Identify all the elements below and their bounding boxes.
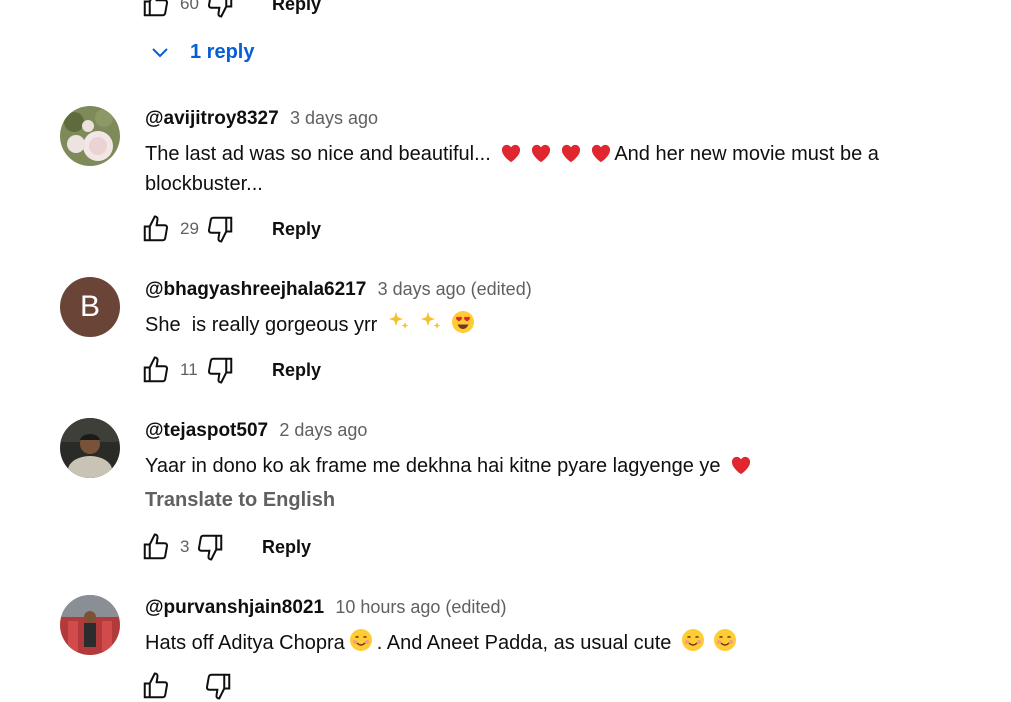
comment-text: The last ad was so nice and beautiful...… <box>145 143 879 195</box>
heart-icon <box>502 144 521 163</box>
person-avatar-image <box>60 418 120 478</box>
replies-label: 1 reply <box>190 40 255 63</box>
heart-icon <box>532 144 551 163</box>
comment-header: @tejaspot507 2 days ago <box>145 420 367 442</box>
reply-button[interactable]: Reply <box>272 0 321 15</box>
reply-button[interactable]: Reply <box>272 360 321 381</box>
dislike-button[interactable] <box>204 213 236 245</box>
dislike-button[interactable] <box>194 531 226 563</box>
avatar-letter: B <box>79 290 100 323</box>
avatar[interactable]: B <box>60 277 120 337</box>
comment-actions <box>140 670 234 702</box>
reply-button[interactable]: Reply <box>262 537 311 558</box>
comment-author[interactable]: @purvanshjain8021 <box>145 597 324 618</box>
person-avatar-image <box>60 595 120 655</box>
comment-author[interactable]: @tejaspot507 <box>145 420 268 441</box>
dislike-button[interactable] <box>204 354 236 386</box>
like-button[interactable] <box>140 531 172 563</box>
dislike-button[interactable] <box>202 670 234 702</box>
like-button[interactable] <box>140 0 172 20</box>
flower-avatar-image <box>60 106 120 166</box>
comment-text: Hats off Aditya Chopra. And Aneet Padda,… <box>145 628 945 658</box>
comment-actions: 11 Reply <box>140 354 321 386</box>
comment-header: @purvanshjain8021 10 hours ago (edited) <box>145 597 506 619</box>
comment-actions: 29 Reply <box>140 213 321 245</box>
reply-button[interactable]: Reply <box>272 219 321 240</box>
smiling-face-icon <box>713 629 736 651</box>
comment-time[interactable]: 3 days ago <box>290 108 378 128</box>
avatar[interactable] <box>60 106 120 166</box>
comment-time[interactable]: 10 hours ago (edited) <box>335 597 506 617</box>
comment-header: @bhagyashreejhala6217 3 days ago (edited… <box>145 279 532 301</box>
comment-author[interactable]: @bhagyashreejhala6217 <box>145 279 366 300</box>
like-button[interactable] <box>140 213 172 245</box>
comment-header: @avijitroy8327 3 days ago <box>145 108 378 130</box>
sparkles-icon <box>420 312 441 329</box>
avatar[interactable] <box>60 595 120 655</box>
thumbs-up-icon <box>143 215 169 242</box>
heart-icon <box>732 456 751 475</box>
thumbs-up-icon <box>143 0 169 17</box>
comment-time[interactable]: 3 days ago (edited) <box>378 279 532 299</box>
heart-icon <box>592 144 611 163</box>
like-button[interactable] <box>140 354 172 386</box>
comment-actions: 3 Reply <box>140 531 311 563</box>
comment-text: She is really gorgeous yrr <box>145 310 945 340</box>
comment-author[interactable]: @avijitroy8327 <box>145 108 279 129</box>
smiling-face-icon <box>681 629 704 651</box>
heart-eyes-icon <box>451 311 474 333</box>
top-comment-actions: 60 Reply <box>140 0 321 20</box>
translate-link[interactable]: Translate to English <box>145 489 335 512</box>
replies-toggle[interactable]: 1 reply <box>148 40 254 64</box>
thumbs-down-icon <box>197 534 223 561</box>
like-button[interactable] <box>140 670 172 702</box>
comment-time[interactable]: 2 days ago <box>279 420 367 440</box>
thumbs-up-icon <box>143 356 169 383</box>
like-count: 29 <box>180 219 199 238</box>
thumbs-down-icon <box>205 673 231 700</box>
thumbs-down-icon <box>207 216 233 243</box>
heart-icon <box>562 144 581 163</box>
comment-text: Yaar in dono ko ak frame me dekhna hai k… <box>145 451 945 481</box>
thumbs-down-icon <box>207 0 233 18</box>
chevron-down-icon <box>152 48 168 58</box>
smiling-face-icon <box>349 629 372 651</box>
like-count: 60 <box>180 0 199 13</box>
avatar[interactable] <box>60 418 120 478</box>
thumbs-up-icon <box>143 672 169 699</box>
thumbs-down-icon <box>207 357 233 384</box>
dislike-button[interactable] <box>204 0 236 20</box>
thumbs-up-icon <box>143 533 169 560</box>
like-count: 3 <box>180 537 190 556</box>
sparkles-icon <box>388 312 409 329</box>
like-count: 11 <box>180 360 198 379</box>
